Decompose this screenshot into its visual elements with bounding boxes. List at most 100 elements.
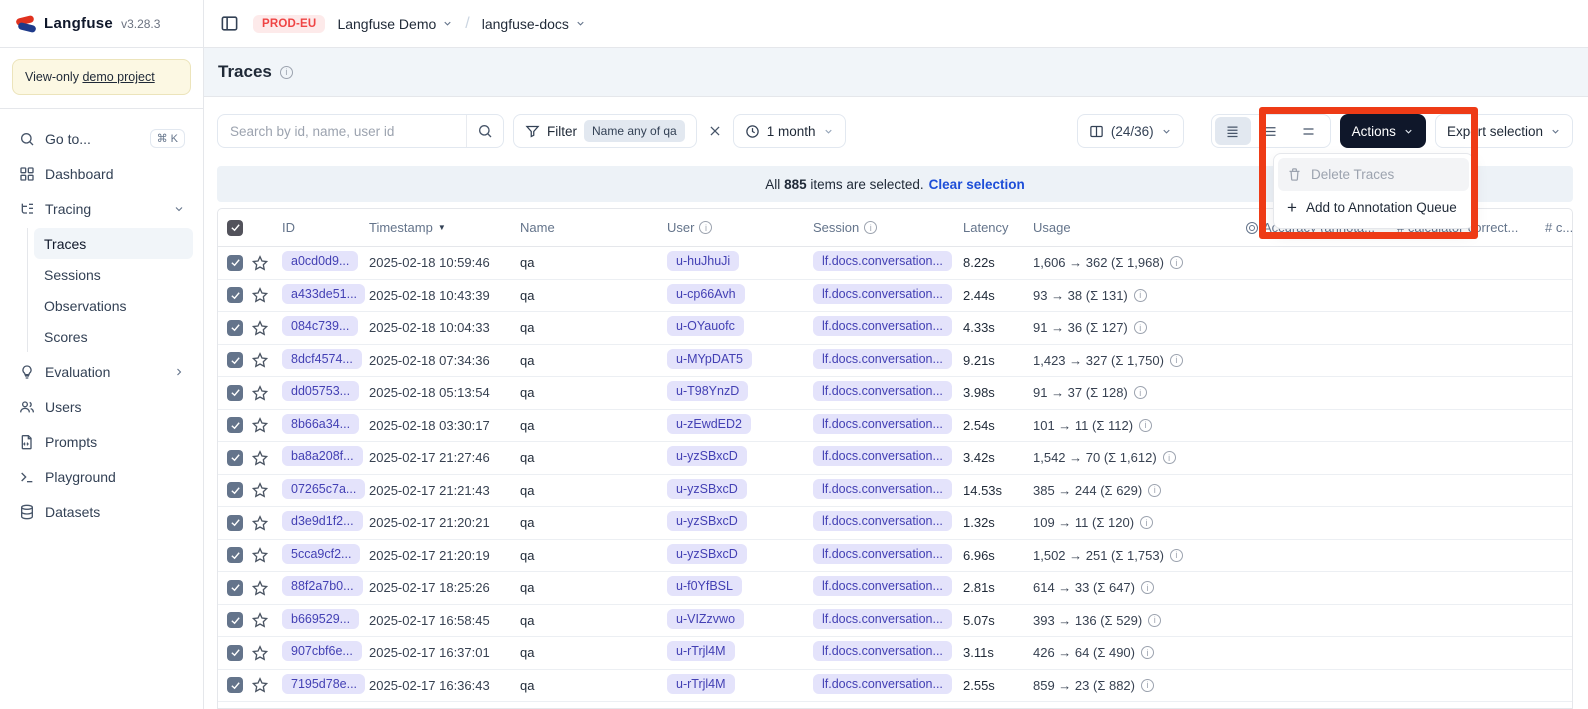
time-range-button[interactable]: 1 month (733, 114, 846, 148)
session-badge[interactable]: lf.docs.conversation... (813, 674, 952, 694)
menu-item-add-to-annotation-queue[interactable]: + Add to Annotation Queue (1278, 191, 1469, 224)
filter-button[interactable]: Filter Name any of qa (513, 114, 697, 148)
header-user[interactable]: Useri (667, 220, 813, 235)
sidebar-item-observations[interactable]: Observations (34, 290, 193, 321)
user-badge[interactable]: u-OYauofc (667, 316, 744, 336)
session-badge[interactable]: lf.docs.conversation... (813, 349, 952, 369)
session-badge[interactable]: lf.docs.conversation... (813, 641, 952, 661)
search-input[interactable] (218, 124, 466, 139)
table-row[interactable]: 7195d78e... 2025-02-17 16:36:43 qa u-rTr… (218, 670, 1572, 703)
star-button[interactable] (252, 417, 268, 433)
actions-button[interactable]: Actions (1340, 114, 1426, 148)
clear-filter-button[interactable] (706, 122, 724, 140)
trace-id-badge[interactable]: 07265c7a... (282, 479, 365, 499)
session-badge[interactable]: lf.docs.conversation... (813, 316, 952, 336)
table-row[interactable]: ba8a208f... 2025-02-17 21:27:46 qa u-yzS… (218, 442, 1572, 475)
info-icon[interactable]: i (1170, 256, 1183, 269)
project-selector[interactable]: langfuse-docs (482, 16, 586, 32)
row-checkbox[interactable] (227, 547, 243, 563)
star-button[interactable] (252, 320, 268, 336)
star-button[interactable] (252, 287, 268, 303)
trace-id-badge[interactable]: 8b66a34... (282, 414, 359, 434)
sidebar-item-prompts[interactable]: Prompts (10, 424, 193, 459)
org-selector[interactable]: Langfuse Demo (337, 16, 453, 32)
sidebar-item-scores[interactable]: Scores (34, 321, 193, 352)
row-checkbox[interactable] (227, 515, 243, 531)
row-checkbox[interactable] (227, 352, 243, 368)
trace-id-badge[interactable]: a0cd0d9... (282, 251, 358, 271)
info-icon[interactable]: i (1148, 484, 1161, 497)
info-icon[interactable]: i (1134, 289, 1147, 302)
row-checkbox[interactable] (227, 450, 243, 466)
select-all-checkbox[interactable] (227, 220, 243, 236)
table-row[interactable]: a0cd0d9... 2025-02-18 10:59:46 qa u-huJh… (218, 247, 1572, 280)
row-checkbox[interactable] (227, 677, 243, 693)
user-badge[interactable]: u-f0YfBSL (667, 576, 742, 596)
header-session[interactable]: Sessioni (813, 220, 963, 235)
user-badge[interactable]: u-VIZzvwo (667, 609, 744, 629)
trace-id-badge[interactable]: 5cca9cf2... (282, 544, 360, 564)
row-checkbox[interactable] (227, 580, 243, 596)
header-id[interactable]: ID (282, 220, 369, 235)
user-badge[interactable]: u-rTrjl4M (667, 674, 735, 694)
sidebar-item-dashboard[interactable]: Dashboard (10, 156, 193, 191)
table-row[interactable]: 5cca9cf2... 2025-02-17 21:20:19 qa u-yzS… (218, 540, 1572, 573)
table-row[interactable]: 88f2a7b0... 2025-02-17 18:25:26 qa u-f0Y… (218, 572, 1572, 605)
header-latency[interactable]: Latency (963, 220, 1033, 235)
trace-id-badge[interactable]: a433de51... (282, 284, 365, 304)
row-checkbox[interactable] (227, 417, 243, 433)
row-height-medium-button[interactable] (1253, 117, 1289, 145)
user-badge[interactable]: u-yzSBxcD (667, 479, 747, 499)
header-usage[interactable]: Usage (1033, 220, 1246, 235)
star-button[interactable] (252, 612, 268, 628)
table-row[interactable]: 8b66a34... 2025-02-18 03:30:17 qa u-zEwd… (218, 410, 1572, 443)
session-badge[interactable]: lf.docs.conversation... (813, 284, 952, 304)
star-button[interactable] (252, 450, 268, 466)
table-row[interactable]: 907cbf6e... 2025-02-17 16:37:01 qa u-rTr… (218, 637, 1572, 670)
row-checkbox[interactable] (227, 385, 243, 401)
row-checkbox[interactable] (227, 320, 243, 336)
clear-selection-link[interactable]: Clear selection (929, 177, 1025, 192)
table-row[interactable]: 07265c7a... 2025-02-17 21:21:43 qa u-yzS… (218, 475, 1572, 508)
session-badge[interactable]: lf.docs.conversation... (813, 381, 952, 401)
sidebar-item-tracing[interactable]: Tracing (10, 191, 193, 226)
table-row[interactable]: d3e9d1f2... 2025-02-17 21:20:21 qa u-yzS… (218, 507, 1572, 540)
demo-project-link[interactable]: demo project (82, 70, 154, 84)
header-last[interactable]: # c... (1545, 220, 1572, 235)
user-badge[interactable]: u-zEwdED2 (667, 414, 751, 434)
row-checkbox[interactable] (227, 645, 243, 661)
table-row[interactable]: a433de51... 2025-02-18 10:43:39 qa u-cp6… (218, 280, 1572, 313)
session-badge[interactable]: lf.docs.conversation... (813, 576, 952, 596)
sidebar-item-datasets[interactable]: Datasets (10, 494, 193, 529)
row-checkbox[interactable] (227, 482, 243, 498)
table-row[interactable]: dd05753... 2025-02-18 05:13:54 qa u-T98Y… (218, 377, 1572, 410)
column-visibility-button[interactable]: (24/36) (1077, 114, 1184, 148)
session-badge[interactable]: lf.docs.conversation... (813, 544, 952, 564)
info-icon[interactable]: i (1141, 679, 1154, 692)
info-icon[interactable]: i (1141, 581, 1154, 594)
info-icon[interactable]: i (1163, 451, 1176, 464)
sidebar-item-traces[interactable]: Traces (34, 228, 193, 259)
header-timestamp[interactable]: Timestamp▼ (369, 220, 520, 235)
user-badge[interactable]: u-cp66Avh (667, 284, 745, 304)
menu-item-delete-traces[interactable]: Delete Traces (1278, 158, 1469, 191)
session-badge[interactable]: lf.docs.conversation... (813, 414, 952, 434)
info-icon[interactable]: i (280, 66, 293, 79)
sidebar-item-playground[interactable]: Playground (10, 459, 193, 494)
table-row[interactable]: 084c739... 2025-02-18 10:04:33 qa u-OYau… (218, 312, 1572, 345)
sidebar-item-users[interactable]: Users (10, 389, 193, 424)
user-badge[interactable]: u-MYpDAT5 (667, 349, 752, 369)
row-checkbox[interactable] (227, 255, 243, 271)
user-badge[interactable]: u-huJhuJi (667, 251, 739, 271)
info-icon[interactable]: i (1139, 419, 1152, 432)
star-button[interactable] (252, 515, 268, 531)
trace-id-badge[interactable]: dd05753... (282, 381, 359, 401)
sidebar-item-goto[interactable]: Go to... ⌘ K (10, 121, 193, 156)
row-height-small-button[interactable] (1215, 117, 1251, 145)
info-icon[interactable]: i (1140, 516, 1153, 529)
user-badge[interactable]: u-yzSBxcD (667, 544, 747, 564)
export-selection-button[interactable]: Export selection (1435, 114, 1573, 148)
star-button[interactable] (252, 352, 268, 368)
table-row[interactable]: 8dcf4574... 2025-02-18 07:34:36 qa u-MYp… (218, 345, 1572, 378)
trace-id-badge[interactable]: d3e9d1f2... (282, 511, 363, 531)
